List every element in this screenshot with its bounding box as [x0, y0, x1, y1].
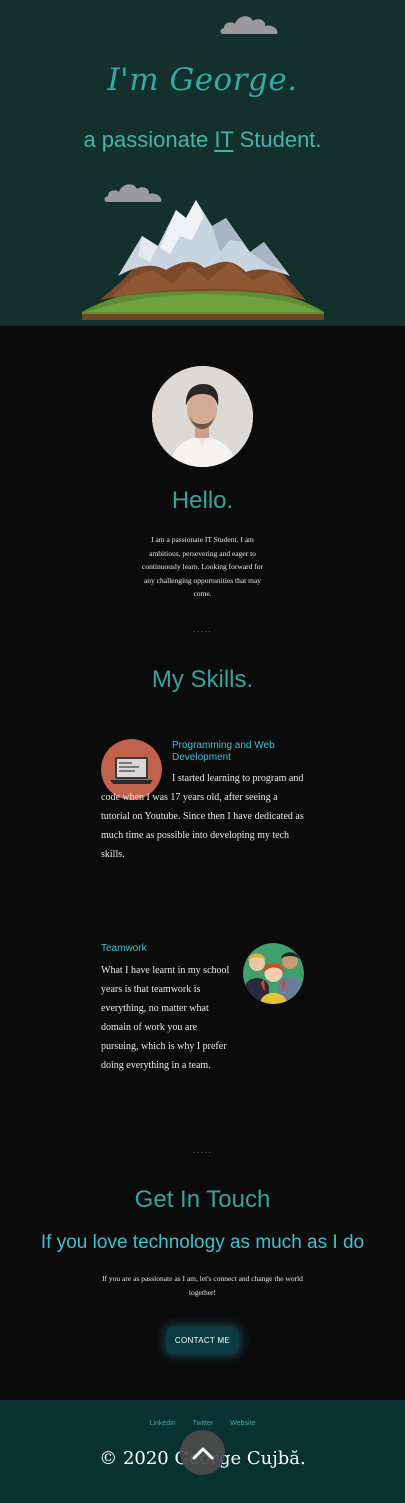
footer-link-linkedin[interactable]: Linkedin — [150, 1420, 176, 1427]
divider: ..... — [192, 1146, 213, 1156]
skills-heading: My Skills. — [151, 666, 254, 693]
hero-section: I'm George. a passionate IT Student. — [0, 0, 405, 326]
mountain-illustration — [82, 200, 324, 320]
cloud-icon — [220, 16, 278, 34]
profile-photo — [152, 366, 253, 467]
hero-subtitle: a passionate IT Student. — [0, 127, 405, 153]
footer: Linkedin Twitter Website © 2020 George C… — [0, 1400, 405, 1503]
contact-tagline: If you love technology as much as I do — [40, 1232, 365, 1253]
avatar — [152, 366, 253, 467]
contact-me-button[interactable]: CONTACT ME — [166, 1327, 239, 1354]
team-icon — [243, 943, 304, 1004]
about-text: I am a passionate IT Student. I am ambit… — [142, 535, 264, 598]
skill-text: I started learning to program and code w… — [101, 773, 304, 860]
chevron-up-icon — [192, 1447, 213, 1459]
subtitle-post: Student. — [233, 127, 322, 152]
subtitle-highlight: IT — [214, 127, 234, 152]
subtitle-pre: a passionate — [83, 127, 215, 152]
footer-link-website[interactable]: Website — [230, 1420, 255, 1427]
scroll-to-top-button[interactable] — [180, 1430, 225, 1475]
hero-title: I'm George. — [107, 62, 298, 98]
about-heading: Hello. — [171, 487, 234, 514]
skill-title: Teamwork — [101, 943, 147, 954]
contact-text: If you are as passionate as I am, let's … — [102, 1274, 303, 1297]
footer-link-twitter[interactable]: Twitter — [193, 1420, 214, 1427]
contact-heading: Get In Touch — [134, 1186, 271, 1213]
skill-title: Programming and Web Development — [172, 740, 275, 763]
skill-text: What I have learnt in my school years is… — [101, 965, 230, 1071]
divider: ..... — [192, 625, 213, 635]
footer-links: Linkedin Twitter Website — [0, 1420, 405, 1427]
